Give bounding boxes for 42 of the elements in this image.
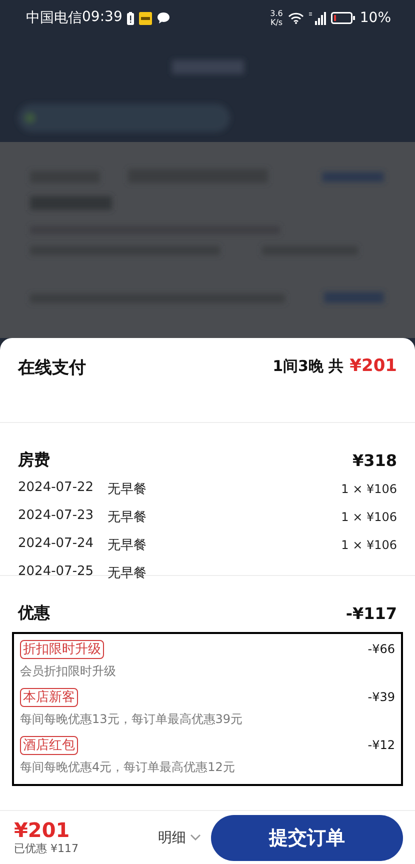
chat-bubble-icon bbox=[157, 12, 170, 24]
section-title: 优惠 bbox=[18, 602, 50, 624]
section-amount: -¥117 bbox=[346, 604, 397, 622]
saved-amount: 已优惠 ¥117 bbox=[14, 841, 80, 856]
total-price: ¥201 bbox=[350, 356, 397, 376]
price-detail-button[interactable]: 明细 bbox=[158, 828, 201, 846]
footer-total: ¥201 bbox=[14, 819, 71, 841]
meal-plan: 无早餐 bbox=[108, 537, 147, 554]
sheet-title: 在线支付 bbox=[18, 357, 86, 379]
submit-order-button[interactable]: 提交订单 bbox=[211, 814, 403, 860]
cellular-signal-icon bbox=[308, 12, 326, 24]
app-notification-icon bbox=[139, 12, 152, 24]
discount-description: 每间每晚优惠4元，每订单最高优惠12元 bbox=[20, 759, 236, 776]
discount-amount: -¥39 bbox=[368, 690, 395, 704]
battery-percent: 10% bbox=[360, 10, 391, 26]
carrier-name: 中国电信 bbox=[26, 9, 82, 27]
meal-plan: 无早餐 bbox=[108, 565, 147, 582]
meal-plan: 无早餐 bbox=[108, 509, 147, 526]
battery-alert-icon bbox=[127, 12, 134, 24]
discount-amount: -¥66 bbox=[368, 642, 395, 656]
night-price: 1 × ¥106 bbox=[341, 482, 397, 496]
meal-plan: 无早餐 bbox=[108, 481, 147, 498]
section-title: 房费 bbox=[18, 450, 50, 470]
discount-amount: -¥12 bbox=[368, 738, 395, 752]
discount-tag: 本店新客 bbox=[20, 688, 78, 706]
night-date: 2024-07-24 bbox=[18, 536, 94, 553]
discount-tag: 折扣限时升级 bbox=[20, 640, 104, 658]
discount-description: 会员折扣限时升级 bbox=[20, 663, 117, 680]
discount-tag: 酒店红包 bbox=[20, 736, 78, 754]
night-date: 2024-07-22 bbox=[18, 480, 94, 497]
night-price: 1 × ¥106 bbox=[341, 538, 397, 552]
chevron-down-icon bbox=[190, 834, 201, 841]
section-amount: ¥318 bbox=[352, 450, 397, 470]
wifi-icon bbox=[288, 12, 304, 24]
battery-icon bbox=[330, 12, 355, 24]
night-price: 1 × ¥106 bbox=[341, 510, 397, 524]
night-date: 2024-07-23 bbox=[18, 508, 94, 525]
night-date: 2024-07-25 bbox=[18, 564, 94, 581]
discount-description: 每间每晚优惠13元，每订单最高优惠39元 bbox=[20, 711, 244, 728]
stay-summary: 1间3晚 共 bbox=[272, 357, 344, 376]
clock-time: 09:39 bbox=[82, 9, 122, 27]
network-speed: 3.6 K/s bbox=[270, 9, 283, 27]
